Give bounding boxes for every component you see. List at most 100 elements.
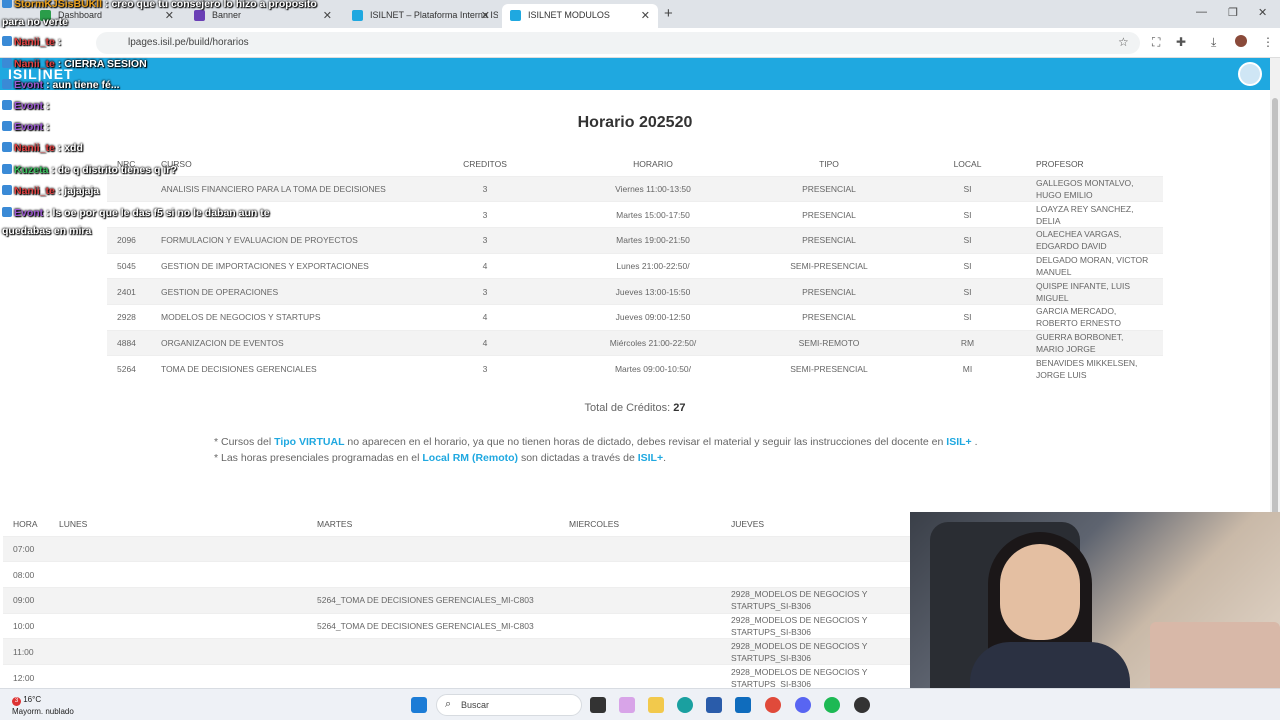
col-profesor: PROFESOR [1036, 158, 1084, 169]
close-tab-icon[interactable]: ✕ [323, 9, 332, 22]
minimize-icon[interactable]: — [1196, 6, 1207, 18]
store-icon[interactable] [706, 697, 722, 713]
grid-row: 08:00 [3, 561, 910, 588]
chat-badge-icon [2, 0, 12, 8]
grid-row: 11:00 2928_MODELOS DE NEGOCIOS Y STARTUPS… [3, 638, 910, 665]
chat-text: para no verte [2, 16, 68, 28]
table-row: ANALISIS FINANCIERO PARA LA TOMA DE DECI… [107, 175, 1163, 202]
maximize-icon[interactable]: ❐ [1228, 6, 1238, 19]
grid-cell-lunes [49, 561, 307, 588]
grid-cell-martes [307, 561, 559, 588]
screenshot-icon[interactable]: ⛶ [1152, 35, 1160, 50]
isil-plus-link[interactable]: ISIL+ [946, 436, 971, 448]
table-header-row: NRC CURSO CREDITOS HORARIO TIPO LOCAL PR… [107, 152, 1163, 176]
note-text: son dictadas a través de [518, 452, 638, 464]
grid-cell-miercoles [559, 586, 721, 614]
taskbar-search[interactable]: ⌕ Buscar [436, 694, 582, 716]
cell-nrc: 2928 [107, 303, 151, 331]
weekly-grid: HORA LUNES MARTES MIERCOLES JUEVES 07:00… [3, 512, 910, 691]
isilnet-favicon-icon [352, 10, 363, 21]
obs-icon[interactable] [854, 697, 870, 713]
edge-icon[interactable] [677, 697, 693, 713]
file-explorer-icon[interactable] [648, 697, 664, 713]
cell-curso: TOMA DE DECISIONES GERENCIALES [151, 355, 413, 382]
outlook-icon[interactable] [735, 697, 751, 713]
cell-creditos: 4 [413, 303, 557, 331]
cell-creditos: 3 [413, 175, 557, 202]
chat-badge-icon [2, 36, 12, 46]
user-avatar[interactable] [1238, 62, 1262, 86]
chat-nick: Evont [14, 79, 44, 91]
chrome-icon[interactable] [765, 697, 781, 713]
tab-label: ISILNET MODULOS [528, 10, 610, 20]
col-curso: CURSO [161, 158, 192, 169]
chat-text: : [54, 36, 62, 48]
cell-creditos: 3 [413, 355, 557, 382]
grid-cell-hora: 11:00 [3, 638, 49, 665]
cell-local: SI [909, 175, 1026, 202]
discord-icon[interactable] [795, 697, 811, 713]
note-text: * Las horas presenciales programadas en … [214, 452, 423, 464]
tab-isilnet-modulos[interactable]: ISILNET MODULOS ✕ [502, 4, 658, 28]
profile-avatar-icon[interactable] [1235, 35, 1247, 47]
download-icon[interactable]: ⤓ [1211, 35, 1216, 50]
chat-message: Evont : [2, 117, 50, 138]
windows-start-icon[interactable] [411, 697, 427, 713]
weather-widget[interactable]: 3 16°C Mayorm. nublado [12, 694, 74, 717]
isilnet-favicon-icon [510, 10, 521, 21]
table-row: 5264 TOMA DE DECISIONES GERENCIALES 3 Marte… [107, 355, 1163, 382]
chat-badge-icon [2, 79, 12, 89]
table-row: 2928 MODELOS DE NEGOCIOS Y STARTUPS 4 Jueve… [107, 303, 1163, 331]
cell-curso: GESTION DE IMPORTACIONES Y EXPORTACIONES [151, 252, 413, 279]
close-tab-icon[interactable]: ✕ [481, 9, 490, 22]
cell-tipo: PRESENCIAL [749, 226, 909, 254]
grid-cell-jueves: 2928_MODELOS DE NEGOCIOS Y STARTUPS_SI-B… [721, 612, 910, 639]
cell-tipo: PRESENCIAL [749, 303, 909, 331]
close-tab-icon[interactable]: ✕ [641, 9, 650, 22]
cell-profesor: LOAYZA REY SANCHEZ, DELIA [1026, 201, 1163, 228]
grid-cell-martes [307, 638, 559, 665]
cell-nrc: 5045 [107, 252, 151, 279]
chat-badge-icon [2, 207, 12, 217]
grid-row: 09:00 5264_TOMA DE DECISIONES GERENCIALES… [3, 586, 910, 614]
cell-horario: Jueves 13:00-15:50 [557, 278, 749, 305]
copilot-icon[interactable] [619, 697, 635, 713]
grid-cell-lunes [49, 638, 307, 665]
bookmark-star-icon[interactable]: ☆ [1118, 35, 1129, 49]
cell-creditos: 3 [413, 226, 557, 254]
task-view-icon[interactable] [590, 697, 606, 713]
cell-tipo: SEMI-REMOTO [749, 329, 909, 356]
extensions-icon[interactable]: ✚ [1176, 35, 1186, 49]
chat-nick: Nanii_te [14, 58, 55, 70]
cell-profesor: GALLEGOS MONTALVO, HUGO EMILIO [1026, 175, 1163, 202]
grid-cell-miercoles [559, 561, 721, 588]
isil-plus-link[interactable]: ISIL+ [638, 452, 663, 464]
table-row: 2096 FORMULACION Y EVALUACION DE PROYECTO… [107, 226, 1163, 254]
cell-local: SI [909, 226, 1026, 254]
grid-cell-martes: 5264_TOMA DE DECISIONES GERENCIALES_MI-C… [307, 612, 559, 639]
grid-cell-miercoles [559, 612, 721, 639]
close-window-icon[interactable]: ✕ [1258, 6, 1267, 19]
grid-cell-lunes [49, 612, 307, 639]
cell-profesor: GUERRA BORBONET, MARIO JORGE [1026, 329, 1163, 356]
note-text: . [971, 436, 978, 448]
chat-text: quedabas en mira [2, 225, 92, 237]
search-icon: ⌕ [445, 698, 452, 710]
url-text: lpages.isil.pe/build/horarios [128, 37, 249, 48]
chat-text: : CIERRA SESION [54, 58, 147, 70]
grid-cell-jueves [721, 535, 910, 562]
url-omnibox[interactable]: lpages.isil.pe/build/horarios [96, 32, 1140, 54]
cell-profesor: BENAVIDES MIKKELSEN, JORGE LUIS [1026, 355, 1163, 382]
menu-kebab-icon[interactable]: ⋮ [1262, 35, 1274, 49]
page-title: Horario 202520 [577, 114, 693, 131]
cell-nrc: 2096 [107, 226, 151, 254]
new-tab-plus-icon[interactable]: + [664, 5, 673, 22]
grid-cell-hora: 07:00 [3, 535, 49, 562]
scrollbar-thumb[interactable] [1272, 98, 1278, 538]
chat-text: : aun tiene fé... [43, 79, 120, 91]
tab-isilnet-plataforma[interactable]: ISILNET – Plataforma Interna IS ✕ [344, 4, 498, 28]
chat-nick: StormKJSisBUKII [14, 0, 103, 10]
note-virtual: * Cursos del Tipo VIRTUAL no aparecen en… [214, 434, 978, 450]
cell-profesor: OLAECHEA VARGAS, EDGARDO DAVID [1026, 226, 1163, 254]
spotify-icon[interactable] [824, 697, 840, 713]
